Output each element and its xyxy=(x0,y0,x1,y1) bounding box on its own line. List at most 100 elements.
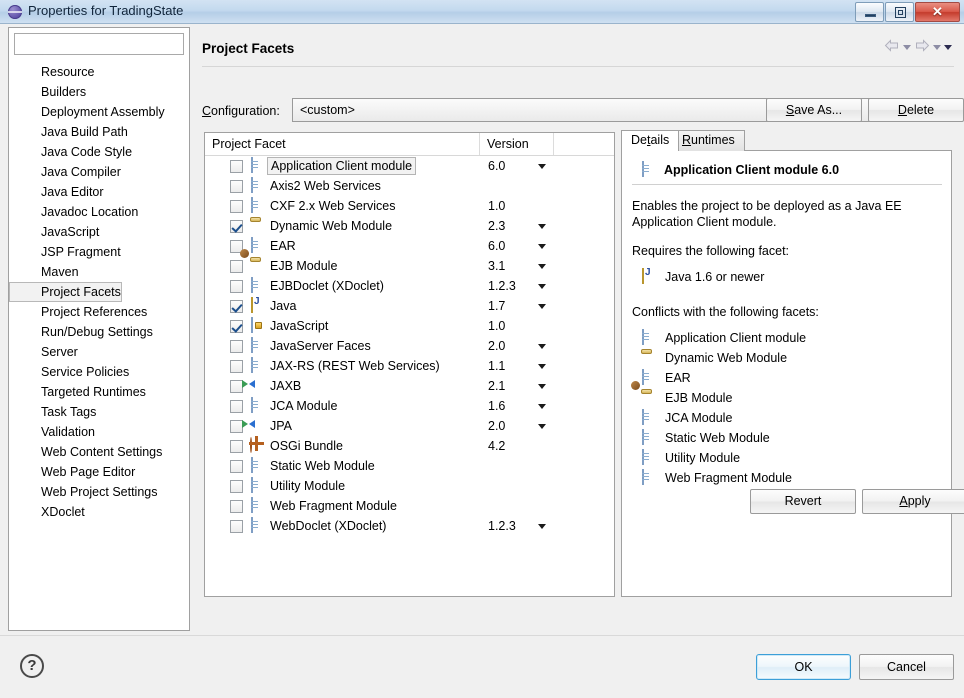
sidebar-item-project-facets[interactable]: Project Facets xyxy=(9,282,122,302)
java-icon xyxy=(640,268,656,285)
sidebar-item-builders[interactable]: Builders xyxy=(9,82,189,102)
table-row[interactable]: JavaServer Faces 2.0 xyxy=(205,336,614,356)
table-row[interactable]: OSGi Bundle 4.2 xyxy=(205,436,614,456)
facet-checkbox[interactable] xyxy=(230,199,243,213)
tab-runtimes[interactable]: Runtimes xyxy=(672,130,745,151)
version-dropdown-icon[interactable] xyxy=(538,284,546,289)
facet-name: EAR xyxy=(270,239,296,253)
facet-checkbox[interactable] xyxy=(230,179,243,193)
facet-checkbox[interactable] xyxy=(230,519,243,533)
facet-checkbox[interactable] xyxy=(230,219,243,233)
sidebar-item-web-content-settings[interactable]: Web Content Settings xyxy=(9,442,189,462)
sidebar-item-service-policies[interactable]: Service Policies xyxy=(9,362,189,382)
version-dropdown-icon[interactable] xyxy=(538,224,546,229)
sidebar-item-label: Service Policies xyxy=(41,365,130,379)
facet-checkbox[interactable] xyxy=(230,339,243,353)
sidebar-item-run-debug-settings[interactable]: Run/Debug Settings xyxy=(9,322,189,342)
sidebar-item-java-editor[interactable]: Java Editor xyxy=(9,182,189,202)
version-dropdown-icon[interactable] xyxy=(538,364,546,369)
sidebar-item-java-compiler[interactable]: Java Compiler xyxy=(9,162,189,182)
version-dropdown-icon[interactable] xyxy=(538,344,546,349)
sidebar-item-resource[interactable]: Resource xyxy=(9,62,189,82)
facet-name: Application Client module xyxy=(267,157,417,175)
table-row[interactable]: JavaScript 1.0 xyxy=(205,316,614,336)
tab-details[interactable]: Details xyxy=(621,130,680,151)
sidebar-item-web-project-settings[interactable]: Web Project Settings xyxy=(9,482,189,502)
save-as-button[interactable]: Save As... xyxy=(766,98,862,122)
facet-checkbox[interactable] xyxy=(230,479,243,493)
ok-button[interactable]: OK xyxy=(756,654,851,680)
table-row[interactable]: Dynamic Web Module 2.3 xyxy=(205,216,614,236)
version-dropdown-icon[interactable] xyxy=(538,384,546,389)
sidebar-item-maven[interactable]: Maven xyxy=(9,262,189,282)
table-row[interactable]: Utility Module xyxy=(205,476,614,496)
sidebar-item-deployment-assembly[interactable]: Deployment Assembly xyxy=(9,102,189,122)
facet-checkbox[interactable] xyxy=(230,499,243,513)
table-row[interactable]: Java 1.7 xyxy=(205,296,614,316)
back-arrow-icon[interactable] xyxy=(884,39,900,55)
table-row[interactable]: JAXB 2.1 xyxy=(205,376,614,396)
table-row[interactable]: EJB Module 3.1 xyxy=(205,256,614,276)
table-row[interactable]: Static Web Module xyxy=(205,456,614,476)
version-dropdown-icon[interactable] xyxy=(538,304,546,309)
sidebar-item-jsp-fragment[interactable]: JSP Fragment xyxy=(9,242,189,262)
table-row[interactable]: EJBDoclet (XDoclet) 1.2.3 xyxy=(205,276,614,296)
facet-checkbox[interactable] xyxy=(230,259,243,273)
version-dropdown-icon[interactable] xyxy=(538,424,546,429)
apply-button[interactable]: Apply xyxy=(862,489,964,514)
filter-input[interactable] xyxy=(14,33,184,55)
facet-checkbox[interactable] xyxy=(230,359,243,373)
facet-checkbox[interactable] xyxy=(230,159,243,173)
column-header-extra[interactable] xyxy=(554,133,614,155)
facet-checkbox[interactable] xyxy=(230,459,243,473)
sidebar-item-label: Project Facets xyxy=(41,285,121,299)
column-header-version[interactable]: Version xyxy=(480,133,554,155)
help-icon[interactable]: ? xyxy=(20,654,44,678)
version-dropdown-icon[interactable] xyxy=(538,524,546,529)
delete-button[interactable]: Delete xyxy=(868,98,964,122)
sidebar-item-validation[interactable]: Validation xyxy=(9,422,189,442)
sidebar-item-project-references[interactable]: Project References xyxy=(9,302,189,322)
version-dropdown-icon[interactable] xyxy=(538,404,546,409)
forward-arrow-icon[interactable] xyxy=(914,39,930,55)
table-row[interactable]: JAX-RS (REST Web Services) 1.1 xyxy=(205,356,614,376)
back-history-caret-icon[interactable] xyxy=(903,44,911,50)
forward-history-caret-icon[interactable] xyxy=(933,44,941,50)
column-header-facet[interactable]: Project Facet xyxy=(205,133,480,155)
sidebar-item-targeted-runtimes[interactable]: Targeted Runtimes xyxy=(9,382,189,402)
table-row[interactable]: JPA 2.0 xyxy=(205,416,614,436)
facet-checkbox[interactable] xyxy=(230,319,243,333)
facet-checkbox[interactable] xyxy=(230,279,243,293)
facet-checkbox[interactable] xyxy=(230,439,243,453)
sidebar-item-java-code-style[interactable]: Java Code Style xyxy=(9,142,189,162)
table-row[interactable]: WebDoclet (XDoclet) 1.2.3 xyxy=(205,516,614,536)
facet-checkbox[interactable] xyxy=(230,399,243,413)
facet-table: Project Facet Version Application Client… xyxy=(204,132,615,597)
cancel-button[interactable]: Cancel xyxy=(859,654,954,680)
minimize-button[interactable] xyxy=(855,2,884,22)
sidebar-item-web-page-editor[interactable]: Web Page Editor xyxy=(9,462,189,482)
sidebar-item-server[interactable]: Server xyxy=(9,342,189,362)
sidebar-item-java-build-path[interactable]: Java Build Path xyxy=(9,122,189,142)
doc-icon xyxy=(640,429,656,446)
sidebar-item-task-tags[interactable]: Task Tags xyxy=(9,402,189,422)
table-row[interactable]: Application Client module 6.0 xyxy=(205,156,614,176)
facet-checkbox[interactable] xyxy=(230,299,243,313)
version-dropdown-icon[interactable] xyxy=(538,264,546,269)
version-dropdown-icon[interactable] xyxy=(538,164,546,169)
version-dropdown-icon[interactable] xyxy=(538,244,546,249)
table-row[interactable]: Axis2 Web Services xyxy=(205,176,614,196)
sidebar-item-javascript[interactable]: JavaScript xyxy=(9,222,189,242)
table-row[interactable]: Web Fragment Module xyxy=(205,496,614,516)
sidebar-item-xdoclet[interactable]: XDoclet xyxy=(9,502,189,522)
details-heading: Application Client module 6.0 xyxy=(634,161,839,178)
view-menu-caret-icon[interactable] xyxy=(944,44,952,50)
maximize-button[interactable] xyxy=(885,2,914,22)
table-row[interactable]: JCA Module 1.6 xyxy=(205,396,614,416)
table-row[interactable]: CXF 2.x Web Services 1.0 xyxy=(205,196,614,216)
facet-version: 2.0 xyxy=(488,339,506,353)
table-row[interactable]: EAR 6.0 xyxy=(205,236,614,256)
revert-button[interactable]: Revert xyxy=(750,489,856,514)
close-button[interactable]: ✕ xyxy=(915,2,960,22)
sidebar-item-javadoc-location[interactable]: Javadoc Location xyxy=(9,202,189,222)
